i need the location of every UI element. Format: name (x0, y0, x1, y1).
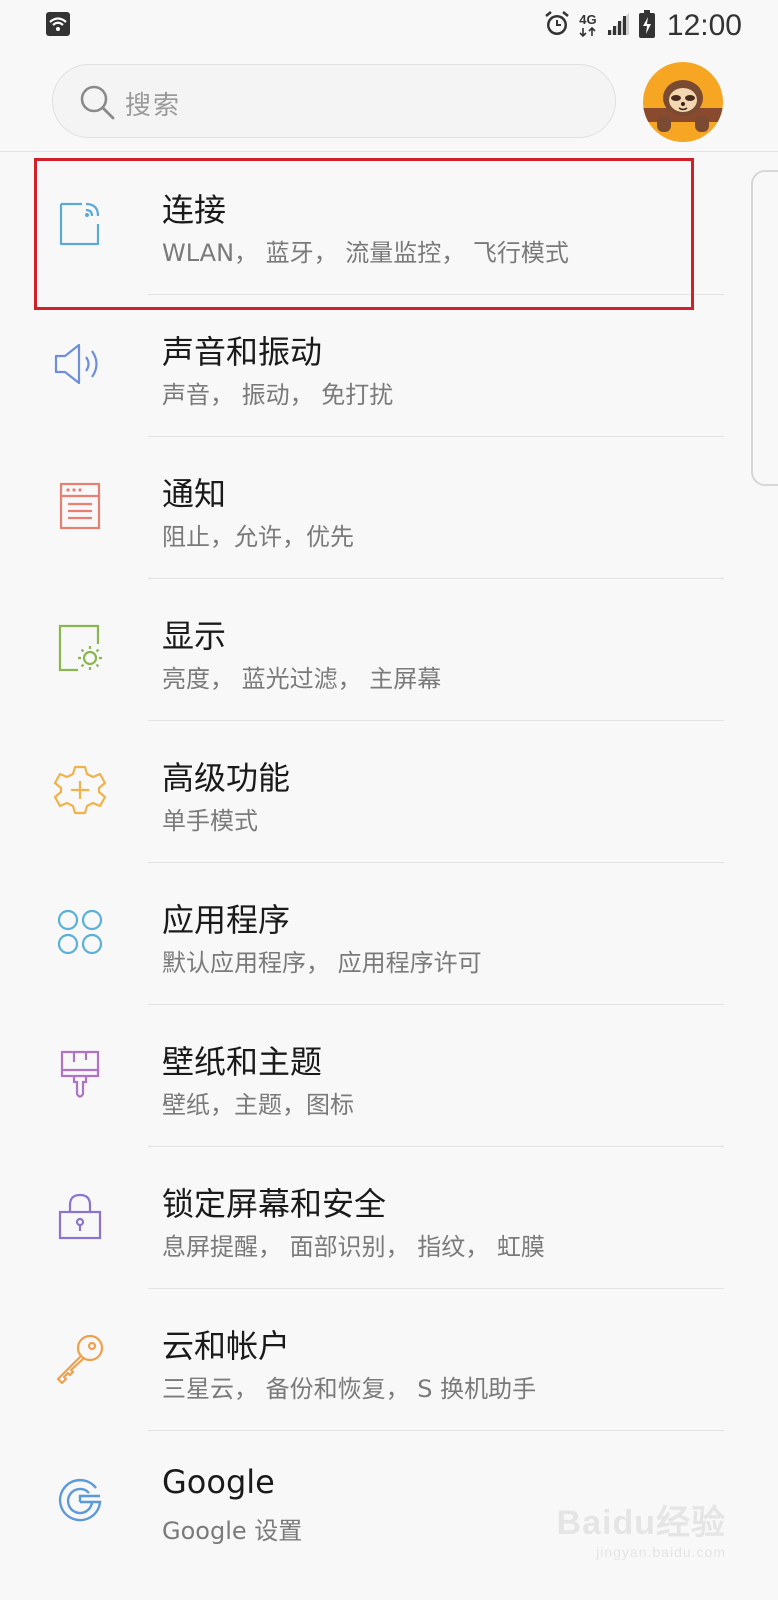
search-row: 搜索 (0, 60, 778, 148)
google-icon (52, 1472, 108, 1528)
menu-item-sounds[interactable]: 声音和振动 声音， 振动， 免打扰 (0, 295, 778, 437)
status-time: 12:00 (666, 9, 742, 42)
menu-item-title: 壁纸和主题 (162, 1043, 323, 1081)
watermark: Baidu经验 jingyan.baidu.com (557, 1495, 726, 1560)
search-placeholder: 搜索 (125, 91, 182, 121)
menu-item-subtitle: 默认应用程序， 应用程序许可 (162, 949, 482, 977)
menu-item-lock-screen-security[interactable]: 锁定屏幕和安全 息屏提醒， 面部识别， 指纹， 虹膜 (0, 1147, 778, 1289)
status-bar: 4G 12:00 (0, 0, 778, 52)
menu-item-title: 云和帐户 (162, 1327, 291, 1365)
menu-item-notifications[interactable]: 通知 阻止，允许，优先 (0, 437, 778, 579)
highlight-box (34, 158, 694, 310)
watermark-url-text: jingyan.baidu.com (596, 1544, 726, 1560)
search-input[interactable]: 搜索 (52, 64, 616, 138)
menu-item-subtitle: Google 设置 (162, 1517, 303, 1545)
menu-item-title: 应用程序 (162, 901, 291, 939)
search-icon (77, 82, 117, 122)
avatar[interactable] (643, 62, 723, 142)
signal-icon (605, 11, 631, 41)
menu-item-subtitle: 亮度， 蓝光过滤， 主屏幕 (162, 665, 442, 693)
menu-item-subtitle: 声音， 振动， 免打扰 (162, 381, 394, 409)
menu-item-cloud-accounts[interactable]: 云和帐户 三星云， 备份和恢复， S 换机助手 (0, 1289, 778, 1431)
network-type-label: 4G (579, 13, 597, 39)
paintbrush-icon (52, 1046, 108, 1102)
menu-item-subtitle: 三星云， 备份和恢复， S 换机助手 (162, 1375, 537, 1403)
lock-icon (52, 1188, 108, 1244)
menu-item-title: 显示 (162, 617, 227, 655)
watermark-logo-text: Baidu经验 (556, 1504, 726, 1542)
speaker-icon (52, 336, 108, 392)
key-icon (52, 1330, 108, 1386)
menu-item-subtitle: 阻止，允许，优先 (162, 523, 354, 551)
advanced-gear-icon (52, 762, 108, 818)
menu-item-title: 通知 (162, 475, 227, 513)
menu-item-subtitle: 息屏提醒， 面部识别， 指纹， 虹膜 (162, 1233, 545, 1261)
menu-item-apps[interactable]: 应用程序 默认应用程序， 应用程序许可 (0, 863, 778, 1005)
menu-item-advanced-features[interactable]: 高级功能 单手模式 (0, 721, 778, 863)
notification-icon (52, 478, 108, 534)
apps-icon (52, 904, 108, 960)
settings-list: 连接 WLAN， 蓝牙， 流量监控， 飞行模式 声音和振动 声音， 振动， 免打… (0, 153, 778, 1573)
header-divider (0, 151, 778, 152)
menu-item-title: 高级功能 (162, 759, 291, 797)
menu-item-display[interactable]: 显示 亮度， 蓝光过滤， 主屏幕 (0, 579, 778, 721)
menu-item-title: 声音和振动 (162, 333, 323, 371)
menu-item-subtitle: 壁纸，主题，图标 (162, 1091, 354, 1119)
menu-item-title: 锁定屏幕和安全 (162, 1185, 387, 1223)
display-brightness-icon (52, 620, 108, 676)
scroll-handle[interactable] (751, 170, 778, 486)
alarm-icon (543, 10, 571, 42)
menu-item-subtitle: 单手模式 (162, 807, 258, 835)
menu-item-wallpapers-themes[interactable]: 壁纸和主题 壁纸，主题，图标 (0, 1005, 778, 1147)
menu-item-title: Google (162, 1463, 275, 1501)
wifi-icon (46, 12, 70, 36)
battery-icon (638, 10, 655, 42)
